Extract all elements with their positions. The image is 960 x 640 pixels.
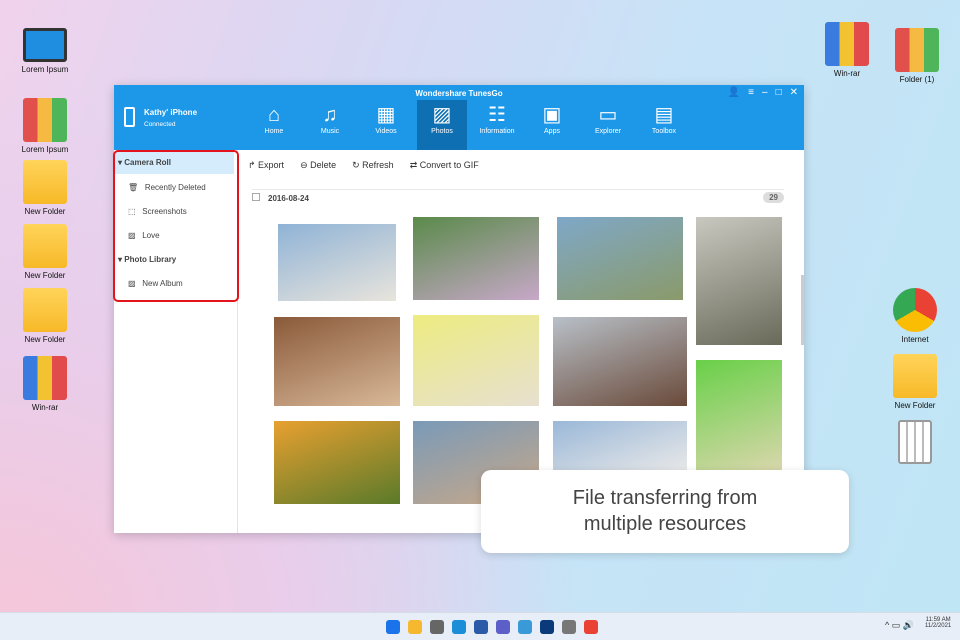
photo-thumbnail[interactable]	[553, 317, 687, 406]
desktop-icon-folder-1[interactable]: Folder (1)	[882, 28, 952, 84]
app-header: Wondershare TunesGo 👤 ≡ – □ ✕ Kathy' iPhone C…	[114, 85, 804, 150]
tab-explorer[interactable]: ▭ Explorer	[583, 100, 633, 150]
convert-gif-button[interactable]: ⇄ Convert to GIF	[410, 160, 479, 171]
folder-icon	[23, 224, 67, 268]
chrome-icon	[893, 288, 937, 332]
taskbar: ^ ▭ 🔊 11:59 AM 11/2/2021	[0, 612, 960, 640]
tunesgo-icon[interactable]	[540, 620, 554, 634]
camera-icon[interactable]	[430, 620, 444, 634]
tab-music[interactable]: ♫ Music	[305, 100, 355, 150]
home-icon: ⌂	[267, 104, 281, 126]
videos-icon: ▦	[376, 104, 396, 126]
export-button[interactable]: ↱ Export	[248, 160, 284, 171]
file-explorer-icon[interactable]	[408, 620, 422, 634]
teams-icon[interactable]	[496, 620, 510, 634]
binders-icon	[895, 28, 939, 72]
store-icon[interactable]	[474, 620, 488, 634]
edge-icon[interactable]	[452, 620, 466, 634]
paint-icon[interactable]	[518, 620, 532, 634]
folder-icon	[23, 288, 67, 332]
photos-icon: ▨	[432, 104, 452, 126]
maximize-button[interactable]: □	[776, 87, 782, 98]
menu-icon[interactable]: ≡	[748, 87, 754, 98]
folder-icon	[23, 160, 67, 204]
callout-box: File transferring from multiple resources	[481, 470, 849, 553]
photo-thumbnail[interactable]	[413, 217, 539, 300]
desktop-icon-new-folder-3[interactable]: New Folder	[10, 288, 80, 344]
photo-count-badge: 29	[763, 192, 784, 203]
system-tray[interactable]: ^ ▭ 🔊	[885, 620, 914, 631]
tab-toolbox[interactable]: ▤ Toolbox	[639, 100, 689, 150]
tab-videos[interactable]: ▦ Videos	[361, 100, 411, 150]
select-all-checkbox[interactable]	[252, 193, 260, 201]
folder-icon	[893, 354, 937, 398]
start-icon[interactable]	[386, 620, 400, 634]
binders-icon	[23, 98, 67, 142]
close-button[interactable]: ✕	[790, 87, 798, 98]
photo-thumbnail[interactable]	[274, 317, 400, 406]
photo-thumbnail[interactable]	[553, 421, 687, 471]
recycle-bin[interactable]	[880, 420, 950, 467]
toolbar: ↱ Export ⊖ Delete ↻ Refresh ⇄ Convert to…	[248, 160, 479, 171]
photo-thumbnail[interactable]	[278, 224, 396, 301]
window-controls: 👤 ≡ – □ ✕	[728, 87, 798, 98]
tunesgo-window: Wondershare TunesGo 👤 ≡ – □ ✕ Kathy' iPhone C…	[113, 85, 804, 533]
information-icon: ☷	[488, 104, 506, 126]
desktop-icon-win-rar-right[interactable]: Win-rar	[812, 22, 882, 78]
scrollbar[interactable]	[801, 275, 804, 345]
refresh-button[interactable]: ↻ Refresh	[352, 160, 394, 171]
highlight-box	[113, 150, 239, 302]
winrar-icon	[23, 356, 67, 400]
desktop-icon-lorem-ipsum[interactable]: Lorem Ipsum	[10, 28, 80, 74]
photo-thumbnail[interactable]	[557, 217, 683, 300]
desktop-icon-new-folder[interactable]: New Folder	[10, 160, 80, 216]
desktop-icon-new-folder-right[interactable]: New Folder	[880, 354, 950, 410]
explorer-icon: ▭	[598, 104, 618, 126]
toolbox-icon: ▤	[654, 104, 674, 126]
chrome-icon[interactable]	[584, 620, 598, 634]
tab-photos[interactable]: ▨ Photos	[417, 100, 467, 150]
minimize-button[interactable]: –	[762, 87, 768, 98]
tab-apps[interactable]: ▣ Apps	[527, 100, 577, 150]
computer-icon	[23, 28, 67, 62]
sidebar: ▾ Camera Roll 🗑 Recently Deleted ⬚ Scree…	[113, 150, 239, 533]
delete-button[interactable]: ⊖ Delete	[300, 160, 336, 171]
tab-information[interactable]: ☷ Information	[472, 100, 522, 150]
user-icon[interactable]: 👤	[728, 87, 740, 98]
apps-icon: ▣	[542, 104, 562, 126]
date-group-header: 2016-08-24 29	[252, 189, 784, 205]
clock[interactable]: 11:59 AM 11/2/2021	[925, 617, 951, 629]
desktop-icon-win-rar[interactable]: Win-rar	[10, 356, 80, 412]
tab-home[interactable]: ⌂ Home	[249, 100, 299, 150]
settings-icon[interactable]	[562, 620, 576, 634]
desktop-icon-internet[interactable]: Internet	[880, 288, 950, 344]
photo-thumbnail[interactable]	[696, 217, 782, 345]
photo-thumbnail[interactable]	[413, 315, 539, 406]
music-icon: ♫	[322, 104, 338, 126]
desktop-icon-new-folder-2[interactable]: New Folder	[10, 224, 80, 280]
winrar-icon	[825, 22, 869, 66]
photo-thumbnail[interactable]	[274, 421, 400, 504]
trash-icon	[898, 420, 932, 464]
phone-icon	[124, 107, 135, 127]
window-title: Wondershare TunesGo	[415, 89, 503, 98]
desktop-icon-lorem-ipsum-2[interactable]: Lorem Ipsum	[10, 98, 80, 154]
